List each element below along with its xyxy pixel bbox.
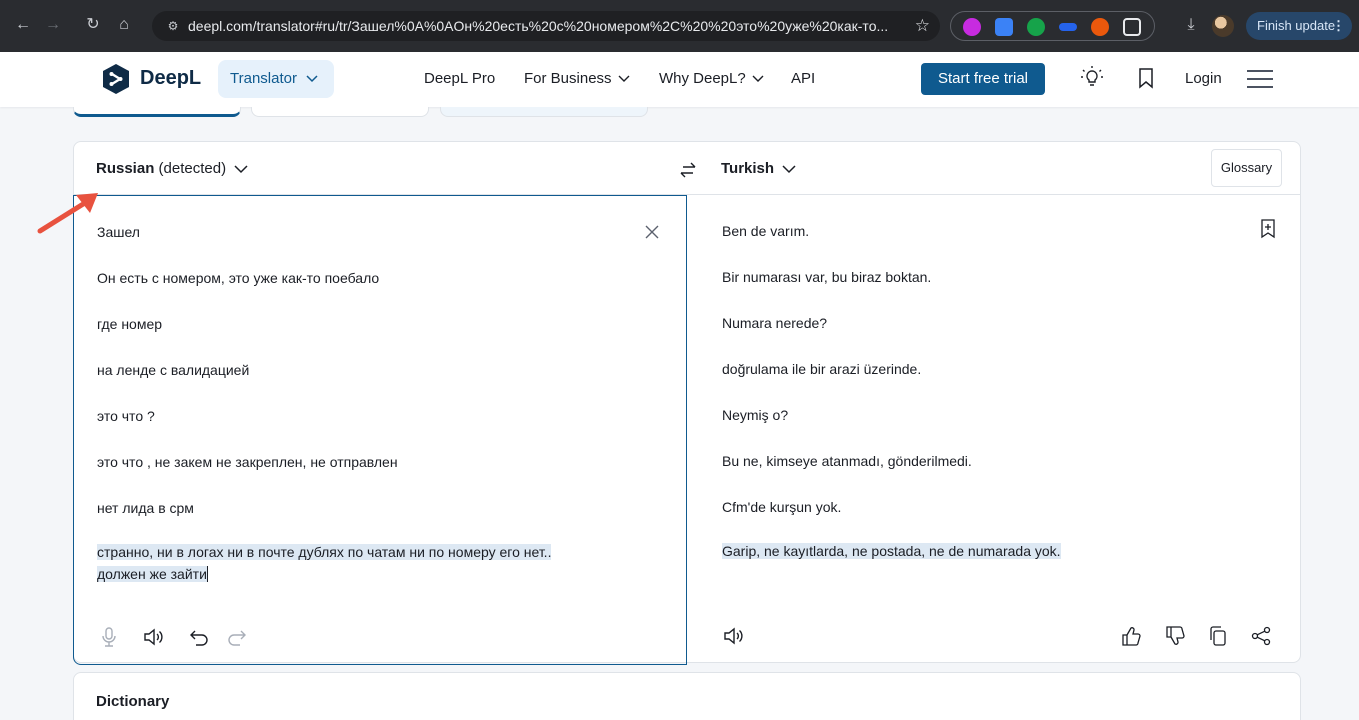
target-line[interactable]: doğrulama ile bir arazi üzerinde. — [722, 361, 921, 377]
swap-languages-icon[interactable] — [677, 159, 699, 181]
share-icon[interactable] — [1250, 625, 1272, 647]
chevron-down-icon — [234, 165, 248, 173]
thumbs-down-icon[interactable] — [1164, 625, 1186, 647]
target-line[interactable]: Ben de varım. — [722, 223, 809, 239]
annotation-arrow-icon — [37, 193, 98, 234]
source-line: это что ? — [97, 408, 155, 424]
extension-icon[interactable] — [1027, 18, 1045, 36]
hamburger-menu-icon[interactable] — [1247, 70, 1273, 88]
source-line: Зашел — [97, 224, 140, 240]
source-line-text: должен же зайти — [97, 566, 207, 582]
redo-icon[interactable] — [226, 626, 248, 648]
source-language-selector[interactable]: Russian (detected) — [96, 160, 248, 177]
nav-api[interactable]: API — [791, 70, 815, 87]
target-language: Turkish — [721, 160, 775, 177]
speaker-icon[interactable] — [722, 625, 744, 647]
start-free-trial-button[interactable]: Start free trial — [921, 63, 1045, 95]
nav-deepl-pro[interactable]: DeepL Pro — [424, 70, 495, 87]
puzzle-extensions-icon[interactable] — [1123, 18, 1141, 36]
target-line[interactable]: Bir numarası var, bu biraz boktan. — [722, 269, 931, 285]
finish-update-label: Finish update — [1257, 18, 1336, 33]
source-line: нет лида в срм — [97, 500, 194, 516]
nav-why-deepl[interactable]: Why DeepL? — [659, 70, 764, 87]
text-caret — [206, 566, 208, 582]
deepl-logo-icon[interactable] — [101, 63, 131, 95]
microphone-icon[interactable] — [98, 626, 120, 648]
copy-icon[interactable] — [1207, 625, 1229, 647]
tab-deepl-write[interactable] — [440, 107, 648, 117]
login-link[interactable]: Login — [1185, 70, 1222, 87]
lightbulb-icon[interactable] — [1080, 66, 1104, 90]
url-text: deepl.com/translator#ru/tr/Зашел%0A%0AОн… — [188, 18, 888, 34]
detected-label: (detected) — [158, 160, 227, 177]
extension-icon[interactable] — [995, 18, 1013, 36]
translator-dropdown[interactable]: Translator — [218, 60, 334, 98]
forward-icon[interactable]: → — [42, 14, 64, 36]
chevron-down-icon — [782, 165, 796, 173]
reload-icon[interactable]: ↻ — [82, 14, 104, 36]
source-language: Russian — [96, 160, 155, 177]
source-line: на ленде с валидацией — [97, 362, 250, 378]
bookmark-star-icon[interactable]: ☆ — [915, 16, 930, 36]
target-line[interactable]: Bu ne, kimseye atanmadı, gönderilmedi. — [722, 453, 972, 469]
extension-icon[interactable] — [1091, 18, 1109, 36]
target-language-selector[interactable]: Turkish — [721, 160, 796, 177]
tab-translate-text[interactable] — [73, 107, 241, 117]
nav-why-deepl-label: Why DeepL? — [659, 70, 746, 87]
chevron-down-icon — [618, 75, 630, 82]
download-icon[interactable]: ⤓ — [1180, 14, 1202, 36]
chevron-down-icon — [306, 75, 318, 83]
undo-icon[interactable] — [188, 626, 210, 648]
thumbs-up-icon[interactable] — [1120, 625, 1142, 647]
home-icon[interactable]: ⌂ — [113, 14, 135, 36]
back-icon[interactable]: ← — [12, 14, 34, 36]
target-line-highlighted[interactable]: Garip, ne kayıtlarda, ne postada, ne de … — [722, 543, 1061, 559]
speaker-icon[interactable] — [142, 626, 164, 648]
bookmark-icon[interactable] — [1134, 66, 1158, 90]
save-bookmark-icon[interactable] — [1257, 217, 1279, 239]
source-line-highlighted: должен же зайти — [97, 566, 208, 582]
source-line: где номер — [97, 316, 163, 332]
language-bar: Russian (detected) Turkish Glossary — [74, 142, 1300, 195]
source-text-area[interactable]: Зашел Он есть с номером, это уже как-то … — [73, 195, 687, 665]
more-vert-icon[interactable]: ⋮ — [1332, 12, 1345, 40]
target-line[interactable]: Neymiş o? — [722, 407, 788, 423]
nav-for-business-label: For Business — [524, 70, 612, 87]
browser-toolbar: ← → ↻ ⌂ ⚙ deepl.com/translator#ru/tr/Заш… — [0, 0, 1359, 52]
target-line[interactable]: Numara nerede? — [722, 315, 827, 331]
brand-name[interactable]: DeepL — [140, 67, 201, 90]
source-line: это что , не закем не закреплен, не отпр… — [97, 454, 398, 470]
chevron-down-icon — [752, 75, 764, 82]
glossary-button[interactable]: Glossary — [1211, 149, 1282, 187]
extension-icon[interactable] — [963, 18, 981, 36]
profile-avatar[interactable] — [1212, 15, 1234, 37]
extension-icon[interactable] — [1059, 23, 1077, 31]
translator-label: Translator — [230, 70, 297, 87]
target-line[interactable]: Cfm'de kurşun yok. — [722, 499, 841, 515]
extensions-group — [950, 11, 1155, 41]
dictionary-title: Dictionary — [96, 693, 170, 710]
tab-translate-files[interactable] — [251, 107, 429, 117]
site-settings-icon[interactable]: ⚙ — [164, 17, 182, 35]
translator-card: Russian (detected) Turkish Glossary Заше… — [73, 141, 1301, 665]
finish-update-button[interactable]: Finish update ⋮ — [1246, 12, 1352, 40]
source-line: Он есть с номером, это уже как-то поебал… — [97, 270, 380, 286]
dictionary-panel: Dictionary — [73, 672, 1301, 720]
site-header: DeepL Translator DeepL Pro For Business … — [0, 52, 1359, 107]
address-bar[interactable]: ⚙ deepl.com/translator#ru/tr/Зашел%0A%0A… — [152, 11, 940, 41]
target-text-area: Ben de varım. Bir numarası var, bu biraz… — [687, 195, 1301, 664]
source-line-highlighted: странно, ни в логах ни в почте дублях по… — [97, 544, 552, 560]
close-icon[interactable] — [642, 222, 662, 242]
nav-for-business[interactable]: For Business — [524, 70, 630, 87]
